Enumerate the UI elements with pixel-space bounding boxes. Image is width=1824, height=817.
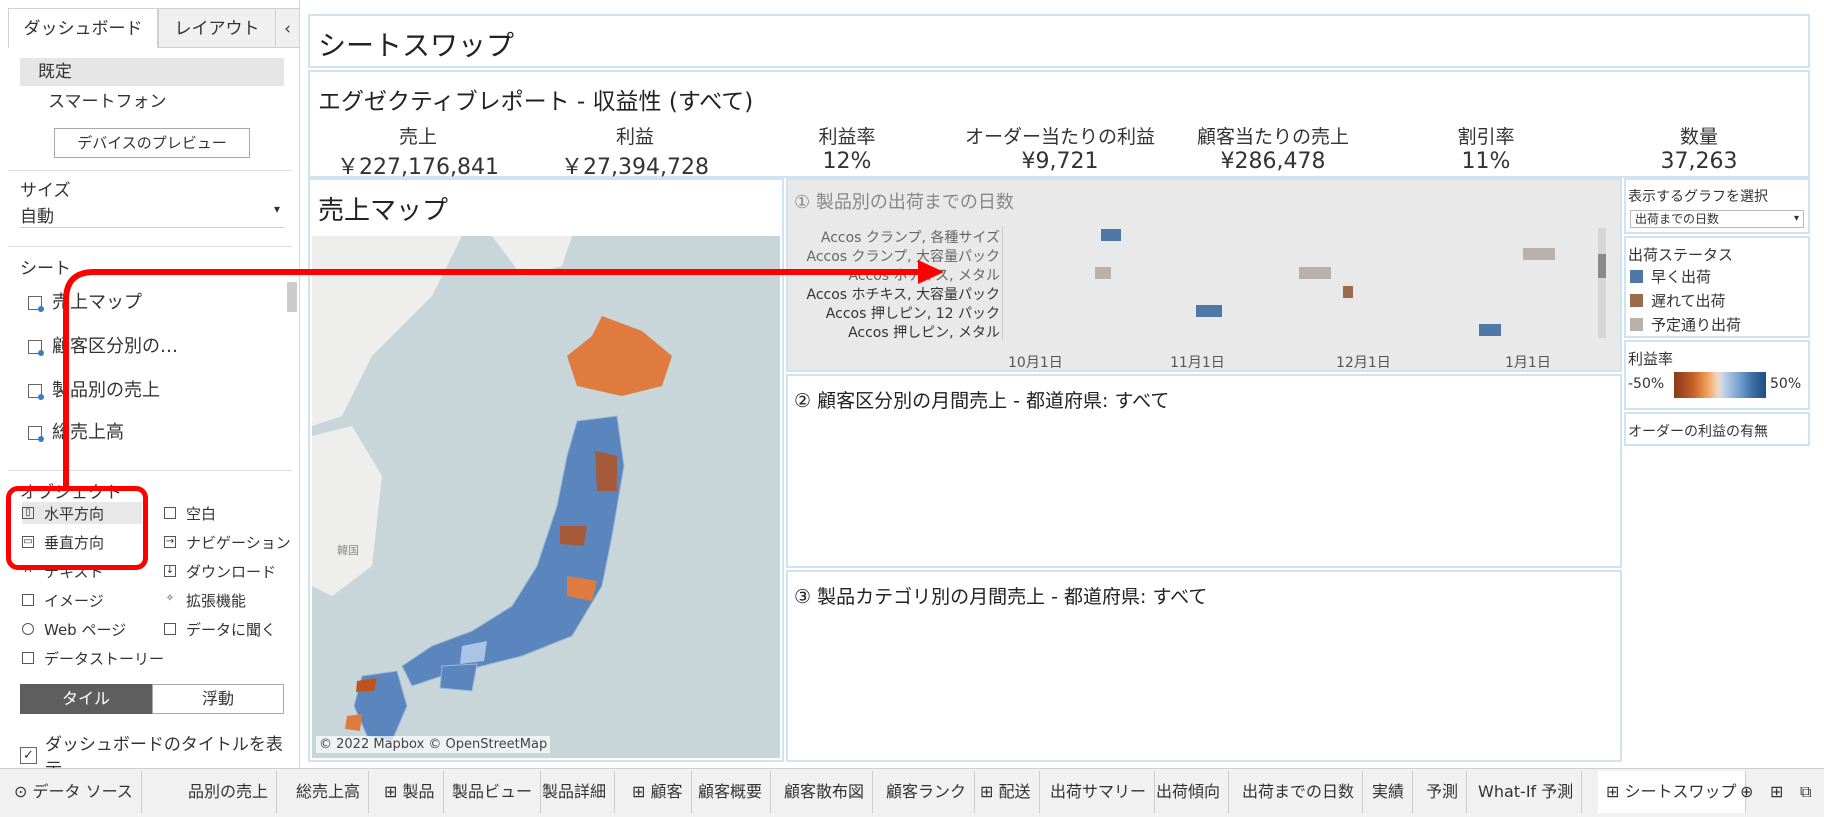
tab-label: 製品 (402, 782, 435, 801)
sheet-tab[interactable]: 顧客ランク (878, 771, 976, 813)
sheet-tab[interactable]: 予測 (1418, 771, 1468, 813)
new-story-icon[interactable]: ⧉ (1792, 771, 1819, 813)
sheet-tab[interactable]: ⊞ 顧客 (624, 771, 692, 813)
arrow-line (63, 269, 920, 486)
tab-data-source[interactable]: ⊙ データ ソース (6, 771, 142, 813)
arrow-head-icon (918, 260, 944, 284)
sheet-tab[interactable]: 実績 (1364, 771, 1414, 813)
tab-label: 顧客 (650, 782, 683, 801)
sheet-tab[interactable]: 顧客概要 (690, 771, 772, 813)
new-worksheet-icon[interactable]: ⊕ (1732, 771, 1761, 813)
sheet-tab[interactable]: 顧客散布図 (776, 771, 874, 813)
sheet-tab[interactable]: 品別の売上 (180, 771, 278, 813)
new-dashboard-icon[interactable]: ⊞ (1762, 771, 1791, 813)
annotation-arrow (63, 260, 944, 486)
sheet-tab[interactable]: ⊞ 配送 (972, 771, 1040, 813)
sheet-tab[interactable]: 製品詳細 (534, 771, 616, 813)
sheet-tab[interactable]: What-If 予測 (1470, 771, 1583, 813)
sheet-tab[interactable]: ⊞ 製品 (376, 771, 444, 813)
sheet-tab[interactable]: 出荷傾向 (1148, 771, 1230, 813)
dashboard-icon: ⊞ (632, 782, 651, 801)
sheet-tab[interactable]: 出荷までの日数 (1234, 771, 1364, 813)
dashboard-icon: ⊞ (980, 782, 999, 801)
tab-label: シートスワップ (1624, 782, 1737, 801)
sheet-tab-active[interactable]: ⊞ シートスワップ (1598, 771, 1746, 813)
tab-label: データ ソース (32, 782, 133, 801)
dashboard-icon: ⊞ (384, 782, 403, 801)
database-icon: ⊙ (14, 782, 33, 801)
sheet-tab[interactable]: 製品ビュー (444, 771, 542, 813)
tab-label: 配送 (998, 782, 1031, 801)
sheet-tab[interactable]: 出荷サマリー (1042, 771, 1156, 813)
sheet-tab[interactable]: 総売上高 (288, 771, 370, 813)
dashboard-icon: ⊞ (1606, 782, 1625, 801)
